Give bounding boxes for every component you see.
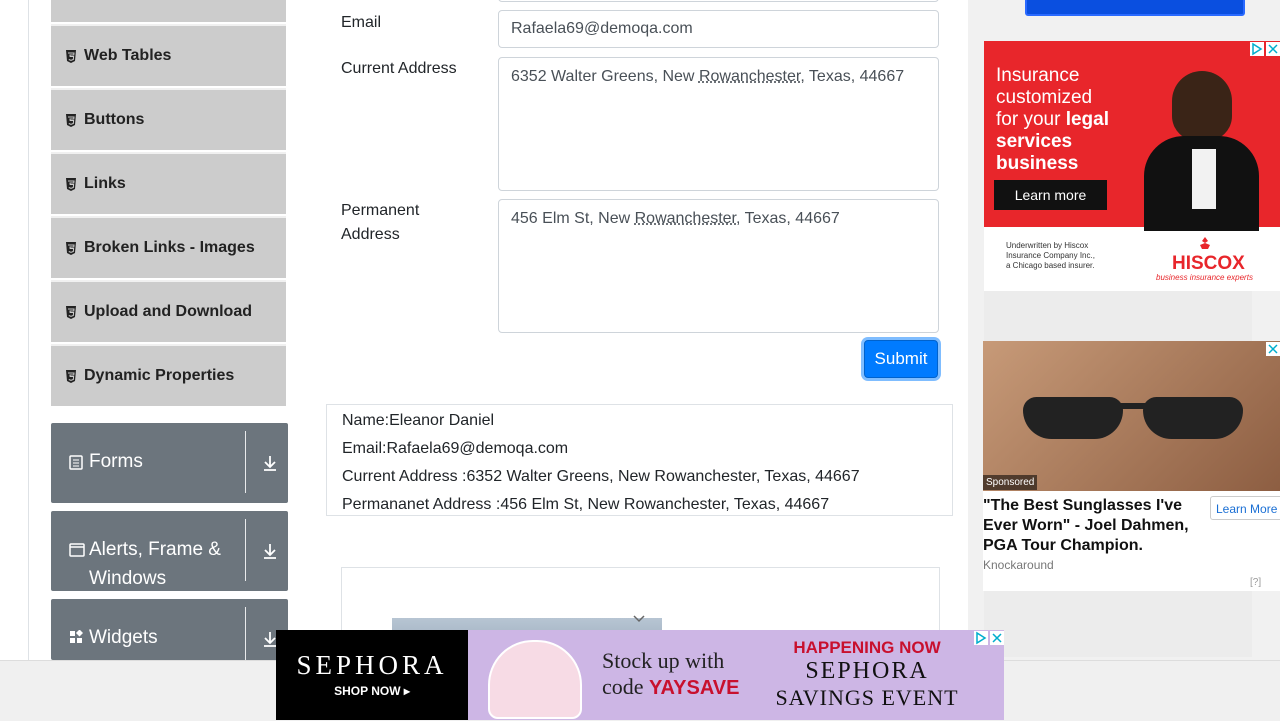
hiscox-logo: HISCOX [1172,253,1245,274]
output-box: Name:Eleanor Daniel Email:Rafaela69@demo… [326,404,953,516]
sidebar-item-partial[interactable] [51,0,286,22]
sidebar-item-dynamic-properties[interactable]: Dynamic Properties [51,344,286,406]
text-box-form: Email Rafaela69@demoqa.com Current Addre… [311,0,968,669]
divider [245,519,246,581]
hiscox-person-image [1134,71,1264,231]
sidebar-item-buttons[interactable]: Buttons [51,88,286,150]
right-ad-column: Insurance customized for your legal serv… [968,0,1280,660]
promo-code-text: Stock up with code YAYSAVE [602,648,740,699]
close-icon[interactable] [1266,342,1280,356]
email-field[interactable]: Rafaela69@demoqa.com [498,10,939,48]
chevron-down-icon[interactable] [632,614,646,624]
sidebar-item-label: Links [84,175,126,192]
current-address-label: Current Address [341,60,457,77]
group-header-alerts[interactable]: Alerts, Frame & Windows [51,511,288,591]
window-icon [69,543,85,557]
download-icon [264,456,276,471]
ad-spacer [984,591,1252,657]
email-label: Email [341,14,382,31]
divider [245,607,246,660]
html5-icon [66,305,76,319]
permanent-address-label: Permanent Address [341,202,420,243]
group-header-widgets[interactable]: Widgets [51,599,288,660]
sidebar-item-label: Broken Links - Images [84,239,255,256]
html5-icon [66,113,76,127]
hiscox-tagline: business insurance experts [1156,273,1253,282]
sephora-logo-panel: SEPHORA SHOP NOW ▸ [276,630,468,720]
html5-icon [66,49,76,63]
widgets-icon [70,630,83,643]
hiscox-crest-icon [1200,237,1210,249]
shop-now-link[interactable]: SHOP NOW ▸ [276,684,468,698]
sidebar-item-label: Dynamic Properties [84,367,235,384]
sunglasses-headline[interactable]: "The Best Sunglasses I've Ever Worn" - J… [983,496,1203,556]
output-email: Email:Rafaela69@demoqa.com [342,440,569,457]
sidebar-item-label: Web Tables [84,47,172,64]
current-address-field[interactable]: 6352 Walter Greens, New Rowanchester, Te… [498,57,939,191]
output-permanent-address: Permananet Address :456 Elm St, New Rowa… [342,496,830,513]
output-name: Name:Eleanor Daniel [342,412,495,429]
sidebar-item-label: Buttons [84,111,145,128]
left-sidebar: Web Tables Buttons Links Broken Links - … [28,0,312,660]
sephora-logo: SEPHORA [296,650,448,680]
group-label: Forms [89,451,143,472]
html5-icon [66,241,76,255]
savings-event-text: HAPPENING NOW SEPHORA SAVINGS EVENT [775,638,959,710]
sephora-banner-ad[interactable]: SEPHORA SHOP NOW ▸ Stock up with code YA… [276,630,1004,720]
hiscox-learn-more-button[interactable]: Learn more [994,180,1107,210]
hiscox-fineprint: Underwritten by Hiscox Insurance Company… [1006,241,1095,270]
sidebar-item-web-tables[interactable]: Web Tables [51,24,286,86]
group-header-forms[interactable]: Forms [51,423,288,503]
current-address-text: 6352 Walter Greens, New Rowanchester, Te… [511,68,905,85]
sponsored-badge: Sponsored [983,475,1038,490]
ad-help-link[interactable]: [?] [1250,577,1261,588]
full-name-field-partial[interactable] [498,0,939,2]
ad-spacer [984,291,1252,341]
sunglasses-image [983,341,1280,491]
ad-partial-button[interactable] [1025,0,1245,16]
close-icon[interactable] [990,631,1004,645]
group-label: Alerts, Frame & Windows [89,539,221,589]
download-icon [264,544,276,559]
html5-icon [66,369,76,383]
sidebar-item-label: Upload and Download [84,303,252,320]
sunglasses-ad[interactable]: Sponsored "The Best Sunglasses I've Ever… [983,341,1280,591]
learn-more-button[interactable]: Learn More [1210,496,1280,520]
sunglasses-source: Knockaround [983,558,1054,572]
form-icon [69,455,83,470]
output-current-address: Current Address :6352 Walter Greens, New… [342,468,860,485]
email-value: Rafaela69@demoqa.com [511,20,693,37]
sidebar-item-upload-download[interactable]: Upload and Download [51,280,286,342]
sidebar-item-links[interactable]: Links [51,152,286,214]
html5-icon [66,177,76,191]
close-icon[interactable] [1266,42,1280,56]
adchoices-icon[interactable] [1250,42,1264,56]
permanent-address-text: 456 Elm St, New Rowanchester, Texas, 446… [511,210,840,227]
submit-button[interactable]: Submit [864,340,938,378]
hiscox-ad[interactable]: Insurance customized for your legal serv… [984,41,1280,291]
divider [245,431,246,493]
adchoices-icon[interactable] [974,631,988,645]
product-jar-image [488,640,582,719]
permanent-address-field[interactable]: 456 Elm St, New Rowanchester, Texas, 446… [498,199,939,333]
group-label: Widgets [89,627,158,648]
hiscox-headline: Insurance customized for your legal serv… [996,65,1110,174]
sidebar-item-broken-links[interactable]: Broken Links - Images [51,216,286,278]
